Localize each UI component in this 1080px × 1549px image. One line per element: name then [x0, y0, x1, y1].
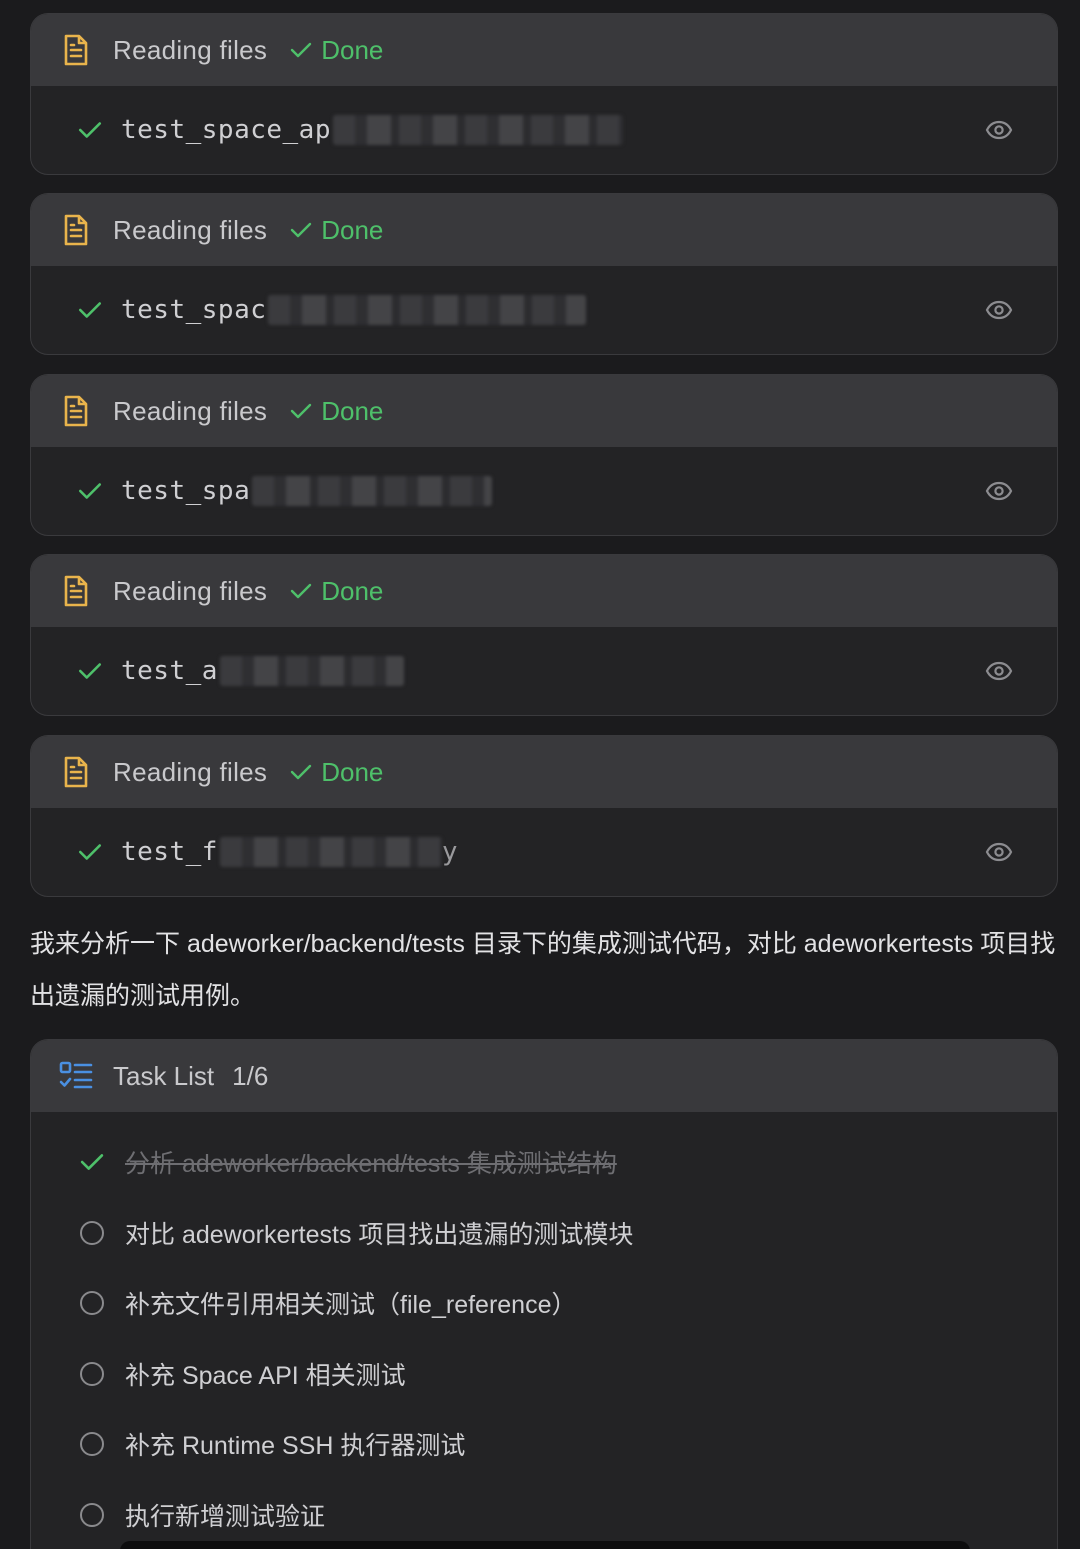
file-card-title: Reading files	[113, 395, 268, 426]
circle-icon	[77, 1288, 107, 1318]
file-name: test_spa	[121, 476, 251, 506]
file-card-header[interactable]: Reading files Done	[31, 555, 1057, 627]
task-item[interactable]: 执行新增测试验证	[77, 1480, 1057, 1549]
task-list-card: Task List 1/6 分析 adeworker/backend/tests…	[30, 1039, 1058, 1549]
task-list-header[interactable]: Task List 1/6	[31, 1040, 1057, 1112]
check-icon	[291, 42, 312, 58]
check-icon	[77, 1147, 107, 1177]
eye-icon[interactable]	[985, 481, 1013, 501]
check-icon	[77, 297, 103, 323]
check-icon	[77, 658, 103, 684]
task-label: 分析 adeworker/backend/tests 集成测试结构	[125, 1150, 617, 1179]
task-label: 补充 Runtime SSH 执行器测试	[125, 1432, 466, 1461]
task-label: 补充 Space API 相关测试	[125, 1361, 406, 1390]
file-text-icon	[61, 213, 91, 247]
redacted-text	[268, 295, 587, 325]
file-row[interactable]: test_space_ap	[31, 86, 1057, 174]
file-card: Reading files Done test_space_ap	[30, 13, 1058, 175]
file-name: test_spac	[121, 295, 267, 325]
eye-icon[interactable]	[985, 842, 1013, 862]
status-text: Done	[321, 214, 384, 245]
file-name-tail: y	[441, 837, 458, 867]
file-card-header[interactable]: Reading files Done	[31, 194, 1057, 266]
status-text: Done	[321, 575, 384, 606]
file-row[interactable]: test_a	[31, 627, 1057, 715]
task-list-title: Task List	[113, 1060, 215, 1091]
file-text-icon	[61, 574, 91, 608]
task-item[interactable]: 补充文件引用相关测试（file_reference）	[77, 1268, 1057, 1339]
circle-icon	[77, 1218, 107, 1248]
check-icon	[291, 764, 312, 780]
file-text-icon	[61, 394, 91, 428]
status-text: Done	[321, 756, 384, 787]
task-list: 分析 adeworker/backend/tests 集成测试结构 对比 ade…	[31, 1112, 1057, 1549]
check-icon	[291, 403, 312, 419]
circle-icon	[77, 1429, 107, 1459]
assistant-message: 我来分析一下 adeworker/backend/tests 目录下的集成测试代…	[30, 930, 1056, 1010]
eye-icon[interactable]	[985, 300, 1013, 320]
file-card-title: Reading files	[113, 214, 268, 245]
eye-icon[interactable]	[985, 120, 1013, 140]
task-label: 对比 adeworkertests 项目找出遗漏的测试模块	[125, 1220, 634, 1249]
circle-icon	[77, 1359, 107, 1389]
task-list-count: 1/6	[232, 1060, 269, 1091]
file-card: Reading files Done test_f y	[30, 735, 1058, 897]
check-icon	[77, 117, 103, 143]
file-card: Reading files Done test_spac	[30, 193, 1058, 355]
file-name: test_a	[121, 656, 218, 686]
file-text-icon	[61, 755, 91, 789]
check-icon	[291, 583, 312, 599]
file-name: test_space_ap	[121, 115, 331, 145]
check-icon	[77, 478, 103, 504]
redacted-text	[219, 656, 404, 686]
task-list-icon	[59, 1061, 93, 1089]
input-bar-edge	[120, 1541, 970, 1549]
status-badge: Done	[289, 576, 383, 607]
file-card-header[interactable]: Reading files Done	[31, 14, 1057, 86]
task-item[interactable]: 补充 Runtime SSH 执行器测试	[77, 1409, 1057, 1480]
status-text: Done	[321, 34, 384, 65]
chat-page: Reading files Done test_space_ap Reading…	[0, 0, 1080, 1549]
file-row[interactable]: test_spac	[31, 266, 1057, 354]
file-card-title: Reading files	[113, 34, 268, 65]
task-item[interactable]: 分析 adeworker/backend/tests 集成测试结构	[77, 1127, 1057, 1198]
task-item[interactable]: 补充 Space API 相关测试	[77, 1339, 1057, 1410]
file-card: Reading files Done test_spa	[30, 374, 1058, 536]
file-card-header[interactable]: Reading files Done	[31, 375, 1057, 447]
redacted-text	[252, 476, 493, 506]
check-icon	[291, 222, 312, 238]
file-card-title: Reading files	[113, 575, 268, 606]
status-text: Done	[321, 395, 384, 426]
status-badge: Done	[289, 396, 383, 427]
file-card-header[interactable]: Reading files Done	[31, 736, 1057, 808]
status-badge: Done	[289, 215, 383, 246]
task-label: 补充文件引用相关测试（file_reference）	[125, 1291, 577, 1320]
eye-icon[interactable]	[985, 661, 1013, 681]
redacted-text	[333, 115, 623, 145]
status-badge: Done	[289, 35, 383, 66]
task-item[interactable]: 对比 adeworkertests 项目找出遗漏的测试模块	[77, 1198, 1057, 1269]
status-badge: Done	[289, 757, 383, 788]
file-name: test_f	[121, 837, 218, 867]
file-row[interactable]: test_f y	[31, 808, 1057, 896]
circle-icon	[77, 1500, 107, 1530]
file-card-title: Reading files	[113, 756, 268, 787]
check-icon	[77, 839, 103, 865]
file-row[interactable]: test_spa	[31, 447, 1057, 535]
file-card: Reading files Done test_a	[30, 554, 1058, 716]
task-label: 执行新增测试验证	[125, 1502, 326, 1531]
redacted-text	[219, 837, 442, 867]
file-text-icon	[61, 33, 91, 67]
